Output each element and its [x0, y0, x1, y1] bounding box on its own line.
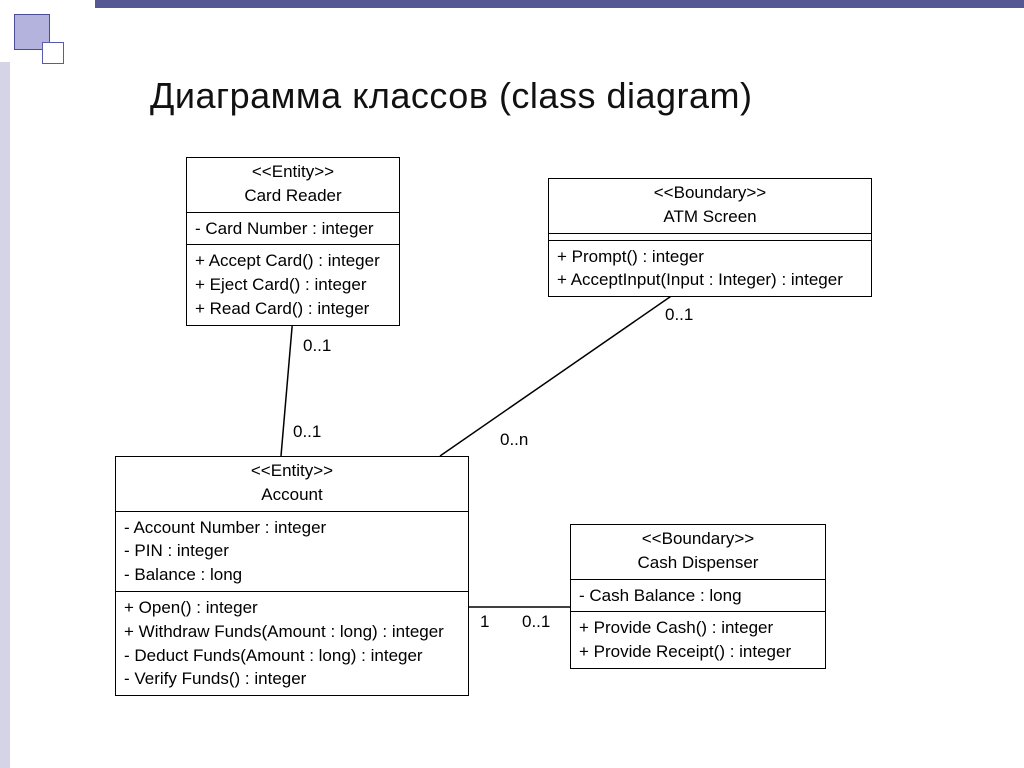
attribute-row: - Account Number : integer	[124, 516, 460, 540]
operation-row: - Deduct Funds(Amount : long) : integer	[124, 644, 460, 668]
operations-compartment: + Provide Cash() : integer + Provide Rec…	[571, 611, 825, 668]
class-name: Account	[124, 483, 460, 507]
attribute-row: - PIN : integer	[124, 539, 460, 563]
attributes-compartment: - Card Number : integer	[187, 212, 399, 245]
class-header: <<Entity>> Card Reader	[187, 158, 399, 212]
class-header: <<Entity>> Account	[116, 457, 468, 511]
multiplicity-label: 0..1	[522, 612, 550, 632]
stereotype-label: <<Entity>>	[195, 160, 391, 184]
attribute-row: - Cash Balance : long	[579, 584, 817, 608]
class-card-reader: <<Entity>> Card Reader - Card Number : i…	[186, 157, 400, 326]
class-atm-screen: <<Boundary>> ATM Screen + Prompt() : int…	[548, 178, 872, 297]
attribute-row: - Card Number : integer	[195, 217, 391, 241]
operation-row: + Eject Card() : integer	[195, 273, 391, 297]
accent-bar	[95, 0, 1024, 8]
operation-row: + Provide Receipt() : integer	[579, 640, 817, 664]
stereotype-label: <<Boundary>>	[557, 181, 863, 205]
multiplicity-label: 0..1	[293, 422, 321, 442]
multiplicity-label: 0..n	[500, 430, 528, 450]
operations-compartment: + Open() : integer + Withdraw Funds(Amou…	[116, 591, 468, 695]
attributes-compartment	[549, 233, 871, 240]
page-title: Диаграмма классов (class diagram)	[150, 75, 753, 117]
stereotype-label: <<Entity>>	[124, 459, 460, 483]
operation-row: + Open() : integer	[124, 596, 460, 620]
slide: Диаграмма классов (class diagram) <<Enti…	[0, 0, 1024, 768]
operation-row: + Read Card() : integer	[195, 297, 391, 321]
operation-row: + Accept Card() : integer	[195, 249, 391, 273]
class-name: Card Reader	[195, 184, 391, 208]
operation-row: + AcceptInput(Input : Integer) : integer	[557, 268, 863, 292]
class-name: ATM Screen	[557, 205, 863, 229]
multiplicity-label: 0..1	[665, 305, 693, 325]
corner-square-small	[42, 42, 64, 64]
attribute-row: - Balance : long	[124, 563, 460, 587]
class-header: <<Boundary>> Cash Dispenser	[571, 525, 825, 579]
class-header: <<Boundary>> ATM Screen	[549, 179, 871, 233]
attributes-compartment: - Cash Balance : long	[571, 579, 825, 612]
attributes-compartment: - Account Number : integer - PIN : integ…	[116, 511, 468, 591]
operations-compartment: + Accept Card() : integer + Eject Card()…	[187, 244, 399, 324]
operation-row: - Verify Funds() : integer	[124, 667, 460, 691]
corner-decoration	[0, 0, 95, 62]
operation-row: + Provide Cash() : integer	[579, 616, 817, 640]
operation-row: + Prompt() : integer	[557, 245, 863, 269]
stereotype-label: <<Boundary>>	[579, 527, 817, 551]
operation-row: + Withdraw Funds(Amount : long) : intege…	[124, 620, 460, 644]
class-cash-dispenser: <<Boundary>> Cash Dispenser - Cash Balan…	[570, 524, 826, 669]
side-bar	[0, 62, 10, 768]
multiplicity-label: 0..1	[303, 336, 331, 356]
multiplicity-label: 1	[480, 612, 489, 632]
class-account: <<Entity>> Account - Account Number : in…	[115, 456, 469, 696]
class-name: Cash Dispenser	[579, 551, 817, 575]
operations-compartment: + Prompt() : integer + AcceptInput(Input…	[549, 240, 871, 297]
